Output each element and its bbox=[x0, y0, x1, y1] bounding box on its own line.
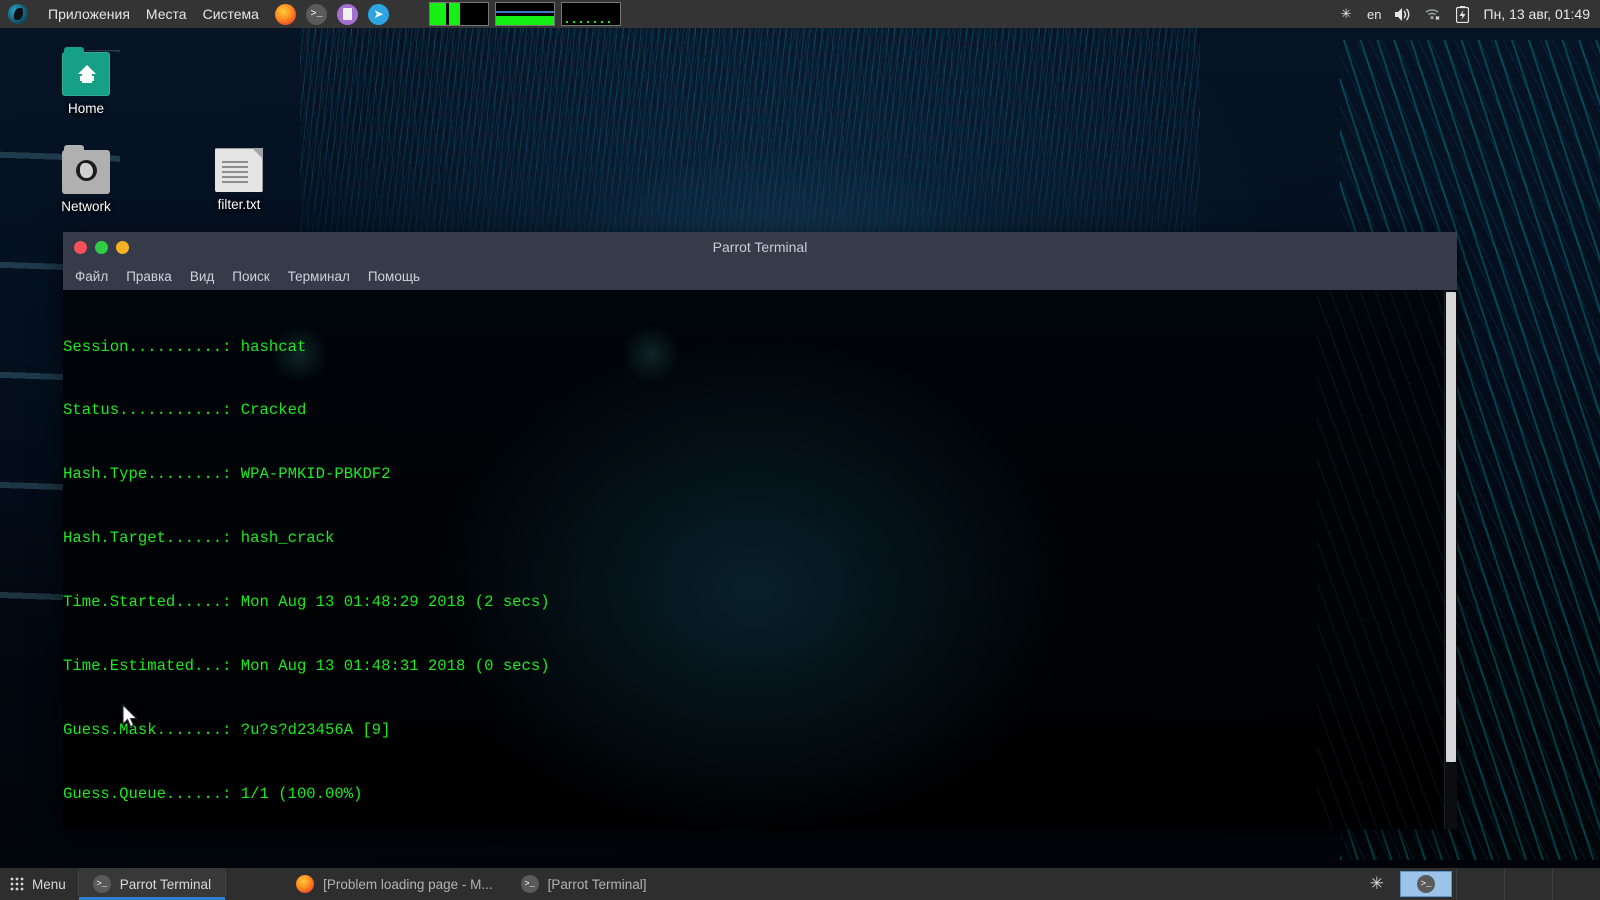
desktop-icon-home[interactable]: Home bbox=[38, 52, 134, 116]
keyboard-layout-indicator[interactable]: en bbox=[1367, 7, 1381, 22]
start-menu-label: Menu bbox=[32, 877, 66, 892]
terminal-launcher-icon[interactable]: >_ bbox=[306, 4, 327, 25]
output-line: Session..........: hashcat bbox=[63, 337, 1444, 358]
window-controls bbox=[63, 241, 129, 254]
maximize-button[interactable] bbox=[116, 241, 129, 254]
taskbar-window-preview[interactable]: >_ bbox=[1400, 871, 1452, 897]
menu-terminal[interactable]: Терминал bbox=[288, 269, 350, 284]
desktop-icon-filter-txt[interactable]: filter.txt bbox=[191, 148, 287, 212]
minimize-button[interactable] bbox=[95, 241, 108, 254]
workspace-3[interactable] bbox=[1552, 868, 1600, 900]
desktop-icon-network-label: Network bbox=[38, 199, 134, 214]
terminal-window[interactable]: Parrot Terminal Файл Правка Вид Поиск Те… bbox=[63, 232, 1457, 829]
desktop-icon-home-label: Home bbox=[38, 101, 134, 116]
home-folder-icon bbox=[62, 52, 110, 96]
terminal-body[interactable]: Session..........: hashcat Status.......… bbox=[63, 290, 1457, 829]
terminal-output[interactable]: Session..........: hashcat Status.......… bbox=[63, 290, 1444, 829]
panel-menu-group: Приложения Места Система bbox=[0, 4, 259, 24]
desktop-icon-network[interactable]: Network bbox=[38, 150, 134, 214]
grid-menu-icon bbox=[10, 877, 24, 891]
panel-menu-system[interactable]: Система bbox=[203, 6, 259, 22]
output-line: Time.Started.....: Mon Aug 13 01:48:29 2… bbox=[63, 592, 1444, 613]
battery-icon[interactable] bbox=[1454, 5, 1472, 23]
taskbar-separator bbox=[225, 872, 226, 896]
workspace-switcher[interactable] bbox=[1456, 868, 1600, 900]
taskbar-item-parrot-terminal[interactable]: >_ Parrot Terminal bbox=[79, 868, 225, 900]
scrollbar-thumb[interactable] bbox=[1446, 292, 1456, 762]
start-menu-button[interactable]: Menu bbox=[0, 868, 78, 900]
close-button[interactable] bbox=[74, 241, 87, 254]
terminal-menubar: Файл Правка Вид Поиск Терминал Помощь bbox=[63, 262, 1457, 290]
top-panel: Приложения Места Система >_ ➤ ✳ en Пн, 1… bbox=[0, 0, 1600, 28]
output-line: Time.Estimated...: Mon Aug 13 01:48:31 2… bbox=[63, 656, 1444, 677]
network-folder-icon bbox=[62, 150, 110, 194]
bluetooth-icon[interactable]: ✳ bbox=[1337, 5, 1355, 23]
terminal-scrollbar[interactable] bbox=[1444, 290, 1457, 829]
clock[interactable]: Пн, 13 авг, 01:49 bbox=[1484, 6, 1590, 22]
taskbar: Menu >_ Parrot Terminal [Problem loading… bbox=[0, 868, 1600, 900]
menu-file[interactable]: Файл bbox=[75, 269, 108, 284]
firefox-icon bbox=[296, 875, 314, 893]
menu-help[interactable]: Помощь bbox=[368, 269, 420, 284]
firefox-launcher-icon[interactable] bbox=[275, 4, 296, 25]
panel-launchers: >_ ➤ bbox=[275, 4, 389, 25]
output-line: Hash.Type........: WPA-PMKID-PBKDF2 bbox=[63, 464, 1444, 485]
taskbar-item-label: Parrot Terminal bbox=[120, 877, 211, 892]
terminal-icon: >_ bbox=[521, 875, 539, 893]
asterisk-icon[interactable]: ✳ bbox=[1354, 874, 1400, 894]
network-graph bbox=[561, 2, 621, 26]
wifi-icon[interactable] bbox=[1424, 5, 1442, 23]
terminal-icon: >_ bbox=[93, 875, 111, 893]
output-line: Guess.Queue......: 1/1 (100.00%) bbox=[63, 784, 1444, 805]
volume-icon[interactable] bbox=[1394, 5, 1412, 23]
workspace-1[interactable] bbox=[1456, 868, 1504, 900]
text-editor-launcher-icon[interactable] bbox=[337, 4, 358, 25]
telegram-launcher-icon[interactable]: ➤ bbox=[368, 4, 389, 25]
taskbar-item-firefox[interactable]: [Problem loading page - M... bbox=[282, 868, 507, 900]
terminal-window-title: Parrot Terminal bbox=[63, 239, 1457, 255]
workspace-2[interactable] bbox=[1504, 868, 1552, 900]
parrot-logo-icon[interactable] bbox=[8, 4, 28, 24]
taskbar-item-parrot-terminal-2[interactable]: >_ [Parrot Terminal] bbox=[507, 868, 661, 900]
desktop-icon-filter-txt-label: filter.txt bbox=[191, 197, 287, 212]
memory-graph bbox=[495, 2, 555, 26]
mouse-cursor bbox=[122, 704, 140, 730]
panel-menu-places[interactable]: Места bbox=[146, 6, 187, 22]
menu-edit[interactable]: Правка bbox=[126, 269, 172, 284]
menu-view[interactable]: Вид bbox=[190, 269, 214, 284]
cpu-graph bbox=[429, 2, 489, 26]
terminal-titlebar[interactable]: Parrot Terminal bbox=[63, 232, 1457, 262]
text-file-icon bbox=[215, 148, 263, 192]
terminal-icon: >_ bbox=[1417, 875, 1435, 893]
menu-search[interactable]: Поиск bbox=[232, 269, 269, 284]
output-line: Status...........: Cracked bbox=[63, 400, 1444, 421]
output-line: Guess.Mask.......: ?u?s?d23456A [9] bbox=[63, 720, 1444, 741]
panel-menu-applications[interactable]: Приложения bbox=[48, 6, 130, 22]
system-monitor-graphs bbox=[429, 2, 621, 26]
taskbar-item-label: [Parrot Terminal] bbox=[548, 877, 647, 892]
taskbar-item-label: [Problem loading page - M... bbox=[323, 877, 493, 892]
taskbar-tray: ✳ >_ bbox=[1354, 868, 1600, 900]
panel-tray: ✳ en Пн, 13 авг, 01:49 bbox=[1337, 5, 1600, 23]
output-line: Hash.Target......: hash_crack bbox=[63, 528, 1444, 549]
